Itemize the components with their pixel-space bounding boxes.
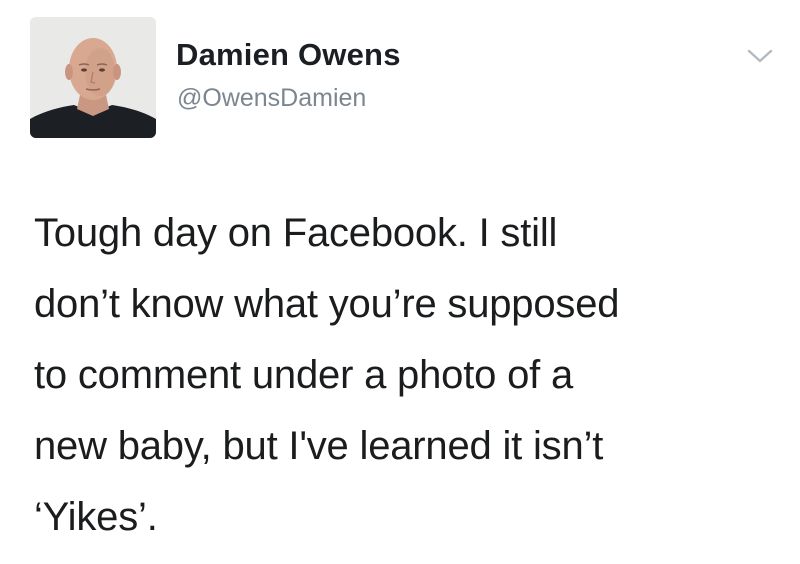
avatar[interactable] xyxy=(30,17,156,138)
profile-photo-image xyxy=(30,17,156,138)
tweet-text-line: Tough day on Facebook. I still xyxy=(34,211,558,255)
author-handle[interactable]: @OwensDamien xyxy=(177,84,366,113)
tweet-menu-button[interactable] xyxy=(745,46,775,66)
tweet-text-line: don’t know what you’re supposed xyxy=(34,282,620,326)
chevron-down-icon xyxy=(747,49,773,63)
tweet-text-line: ‘Yikes’. xyxy=(34,495,158,539)
tweet-text-line: to comment under a photo of a xyxy=(34,353,573,397)
tweet-text-line: new baby, but I've learned it isn’t xyxy=(34,424,604,468)
author-display-name[interactable]: Damien Owens xyxy=(176,37,401,73)
tweet-text: Tough day on Facebook. I still don’t kno… xyxy=(34,198,794,553)
tweet-card: Damien Owens @OwensDamien Tough day on F… xyxy=(0,0,800,564)
